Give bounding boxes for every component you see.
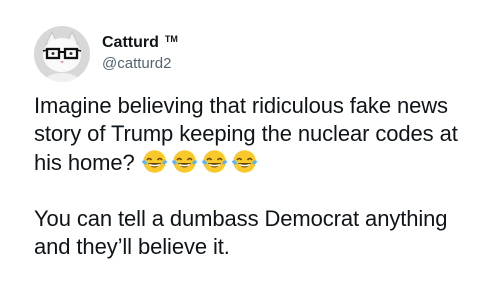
- tweet-card: Catturd TM @catturd2 Imagine believing t…: [0, 0, 500, 306]
- tweet-text: Imagine believing that ridiculous fake n…: [34, 92, 484, 261]
- avatar[interactable]: [34, 26, 90, 82]
- tweet-paragraph-1: Imagine believing that ridiculous fake n…: [34, 92, 484, 177]
- display-name-row: Catturd TM: [102, 33, 178, 52]
- tweet-paragraph-2: You can tell a dumbass Democrat anything…: [34, 206, 448, 259]
- author-names: Catturd TM @catturd2: [102, 33, 178, 73]
- user-handle[interactable]: @catturd2: [102, 55, 178, 73]
- face-with-tears-of-joy-icon: [231, 150, 257, 173]
- face-with-tears-of-joy-icon: [201, 150, 227, 173]
- display-name[interactable]: Catturd: [102, 33, 159, 52]
- trademark-badge: TM: [164, 33, 178, 44]
- face-with-tears-of-joy-icon: [141, 150, 167, 173]
- tweet-header: Catturd TM @catturd2: [34, 26, 178, 82]
- face-with-tears-of-joy-icon: [171, 150, 197, 173]
- emoji-row: [141, 148, 261, 175]
- cat-avatar-icon: [34, 26, 90, 82]
